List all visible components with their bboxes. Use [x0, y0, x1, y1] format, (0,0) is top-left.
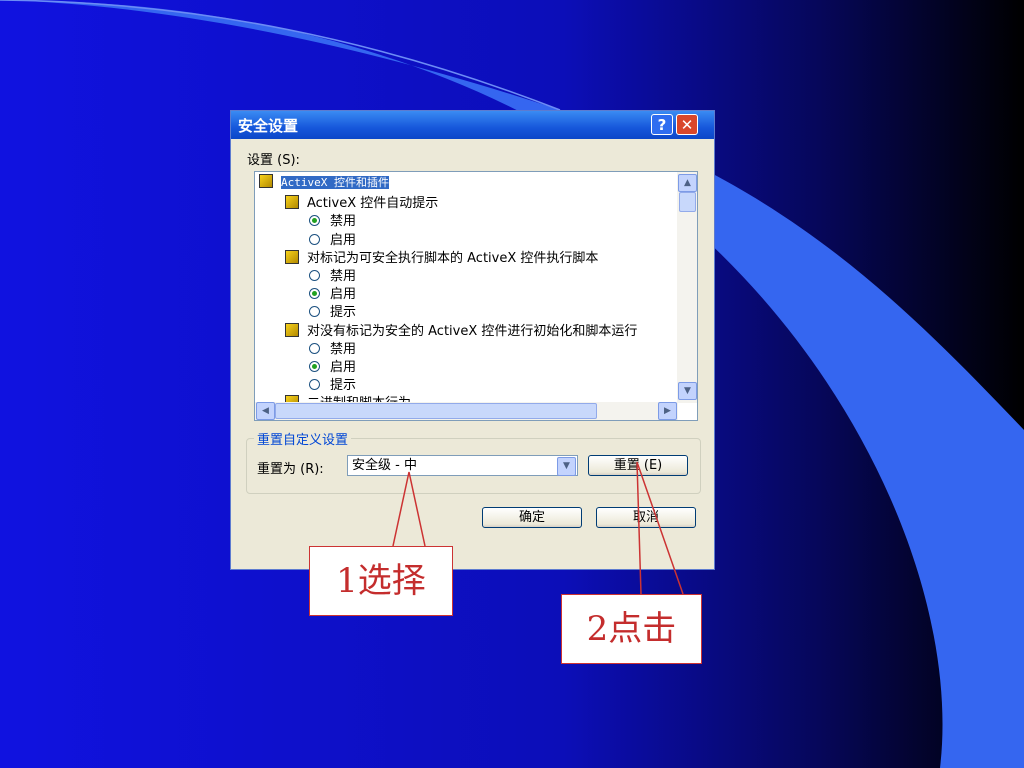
tree-category[interactable]: ActiveX 控件和插件: [259, 174, 389, 192]
tree-option-radio[interactable]: 提示: [309, 301, 357, 321]
tree-option-radio[interactable]: 启用: [309, 283, 357, 303]
settings-gear-icon: [285, 322, 299, 337]
tree-setting-label: 对标记为可安全执行脚本的 ActiveX 控件执行脚本: [307, 250, 599, 266]
title-bar[interactable]: 安全设置 ? ✕: [231, 111, 714, 139]
help-button[interactable]: ?: [651, 114, 673, 135]
vertical-scrollbar[interactable]: ▲ ▼: [677, 172, 697, 403]
tree-option-label: 提示: [330, 305, 357, 321]
tree-option-radio[interactable]: 提示: [309, 374, 357, 394]
scroll-right-icon[interactable]: ▶: [658, 402, 677, 420]
security-level-dropdown[interactable]: 安全级 - 中 ▼: [347, 455, 578, 476]
tree-option-radio[interactable]: 禁用: [309, 210, 357, 230]
ok-button[interactable]: 确定: [482, 507, 582, 528]
settings-gear-icon: [259, 174, 273, 188]
security-level-value: 安全级 - 中: [352, 458, 417, 473]
tree-setting[interactable]: ActiveX 控件自动提示: [285, 192, 439, 212]
tree-setting[interactable]: 对标记为可安全执行脚本的 ActiveX 控件执行脚本: [285, 247, 599, 266]
radio-selected-icon[interactable]: [309, 361, 320, 372]
tree-option-label: 启用: [330, 360, 357, 375]
callout-select: 1选择: [309, 546, 453, 616]
tree-setting-label: 对没有标记为安全的 ActiveX 控件进行初始化和脚本运行: [307, 323, 638, 339]
tree-setting[interactable]: 对没有标记为安全的 ActiveX 控件进行初始化和脚本运行: [285, 320, 638, 339]
callout-click: 2点击: [561, 594, 702, 664]
scroll-left-icon[interactable]: ◀: [256, 402, 275, 420]
chevron-down-icon[interactable]: ▼: [557, 457, 576, 476]
radio-selected-icon[interactable]: [309, 288, 320, 300]
tree-option-label: 禁用: [330, 269, 357, 284]
radio-empty-icon[interactable]: [309, 270, 320, 281]
tree-setting-label: ActiveX 控件自动提示: [307, 196, 439, 212]
tree-option-radio[interactable]: 启用: [309, 229, 357, 248]
radio-empty-icon[interactable]: [309, 306, 320, 318]
tree-option-radio[interactable]: 禁用: [309, 265, 357, 284]
reset-button[interactable]: 重置 (E): [588, 455, 688, 476]
radio-selected-icon[interactable]: [309, 215, 320, 227]
horizontal-scroll-thumb[interactable]: [275, 403, 597, 419]
tree-option-radio[interactable]: 禁用: [309, 338, 357, 357]
horizontal-scrollbar[interactable]: ◀ ▶: [255, 402, 678, 420]
radio-empty-icon[interactable]: [309, 379, 320, 391]
scroll-down-icon[interactable]: ▼: [678, 382, 697, 400]
cancel-button[interactable]: 取消: [596, 507, 696, 528]
settings-label: 设置 (S):: [247, 153, 300, 168]
settings-gear-icon: [285, 195, 299, 210]
radio-empty-icon[interactable]: [309, 342, 320, 354]
close-button[interactable]: ✕: [676, 114, 698, 135]
tree-category-label: ActiveX 控件和插件: [281, 176, 389, 189]
reset-group-title: 重置自定义设置: [254, 429, 352, 448]
scroll-up-icon[interactable]: ▲: [678, 174, 697, 192]
tree-option-label: 提示: [330, 378, 357, 394]
settings-gear-icon: [285, 249, 299, 264]
reset-to-label: 重置为 (R):: [257, 462, 324, 477]
tree-option-radio[interactable]: 启用: [309, 356, 357, 375]
vertical-scroll-thumb[interactable]: [679, 192, 696, 212]
settings-tree-list[interactable]: ActiveX 控件和插件 ActiveX 控件自动提示 禁用 启用 对标记为可安全执行…: [254, 171, 698, 421]
tree-option-label: 启用: [330, 232, 357, 248]
tree-option-label: 启用: [330, 287, 357, 303]
radio-empty-icon[interactable]: [309, 233, 320, 245]
tree-option-label: 禁用: [330, 341, 357, 357]
security-settings-dialog: 安全设置 ? ✕ 设置 (S): ActiveX 控件和插件 ActiveX 控件…: [230, 110, 715, 570]
tree-option-label: 禁用: [330, 214, 357, 230]
dialog-title: 安全设置: [238, 117, 299, 135]
